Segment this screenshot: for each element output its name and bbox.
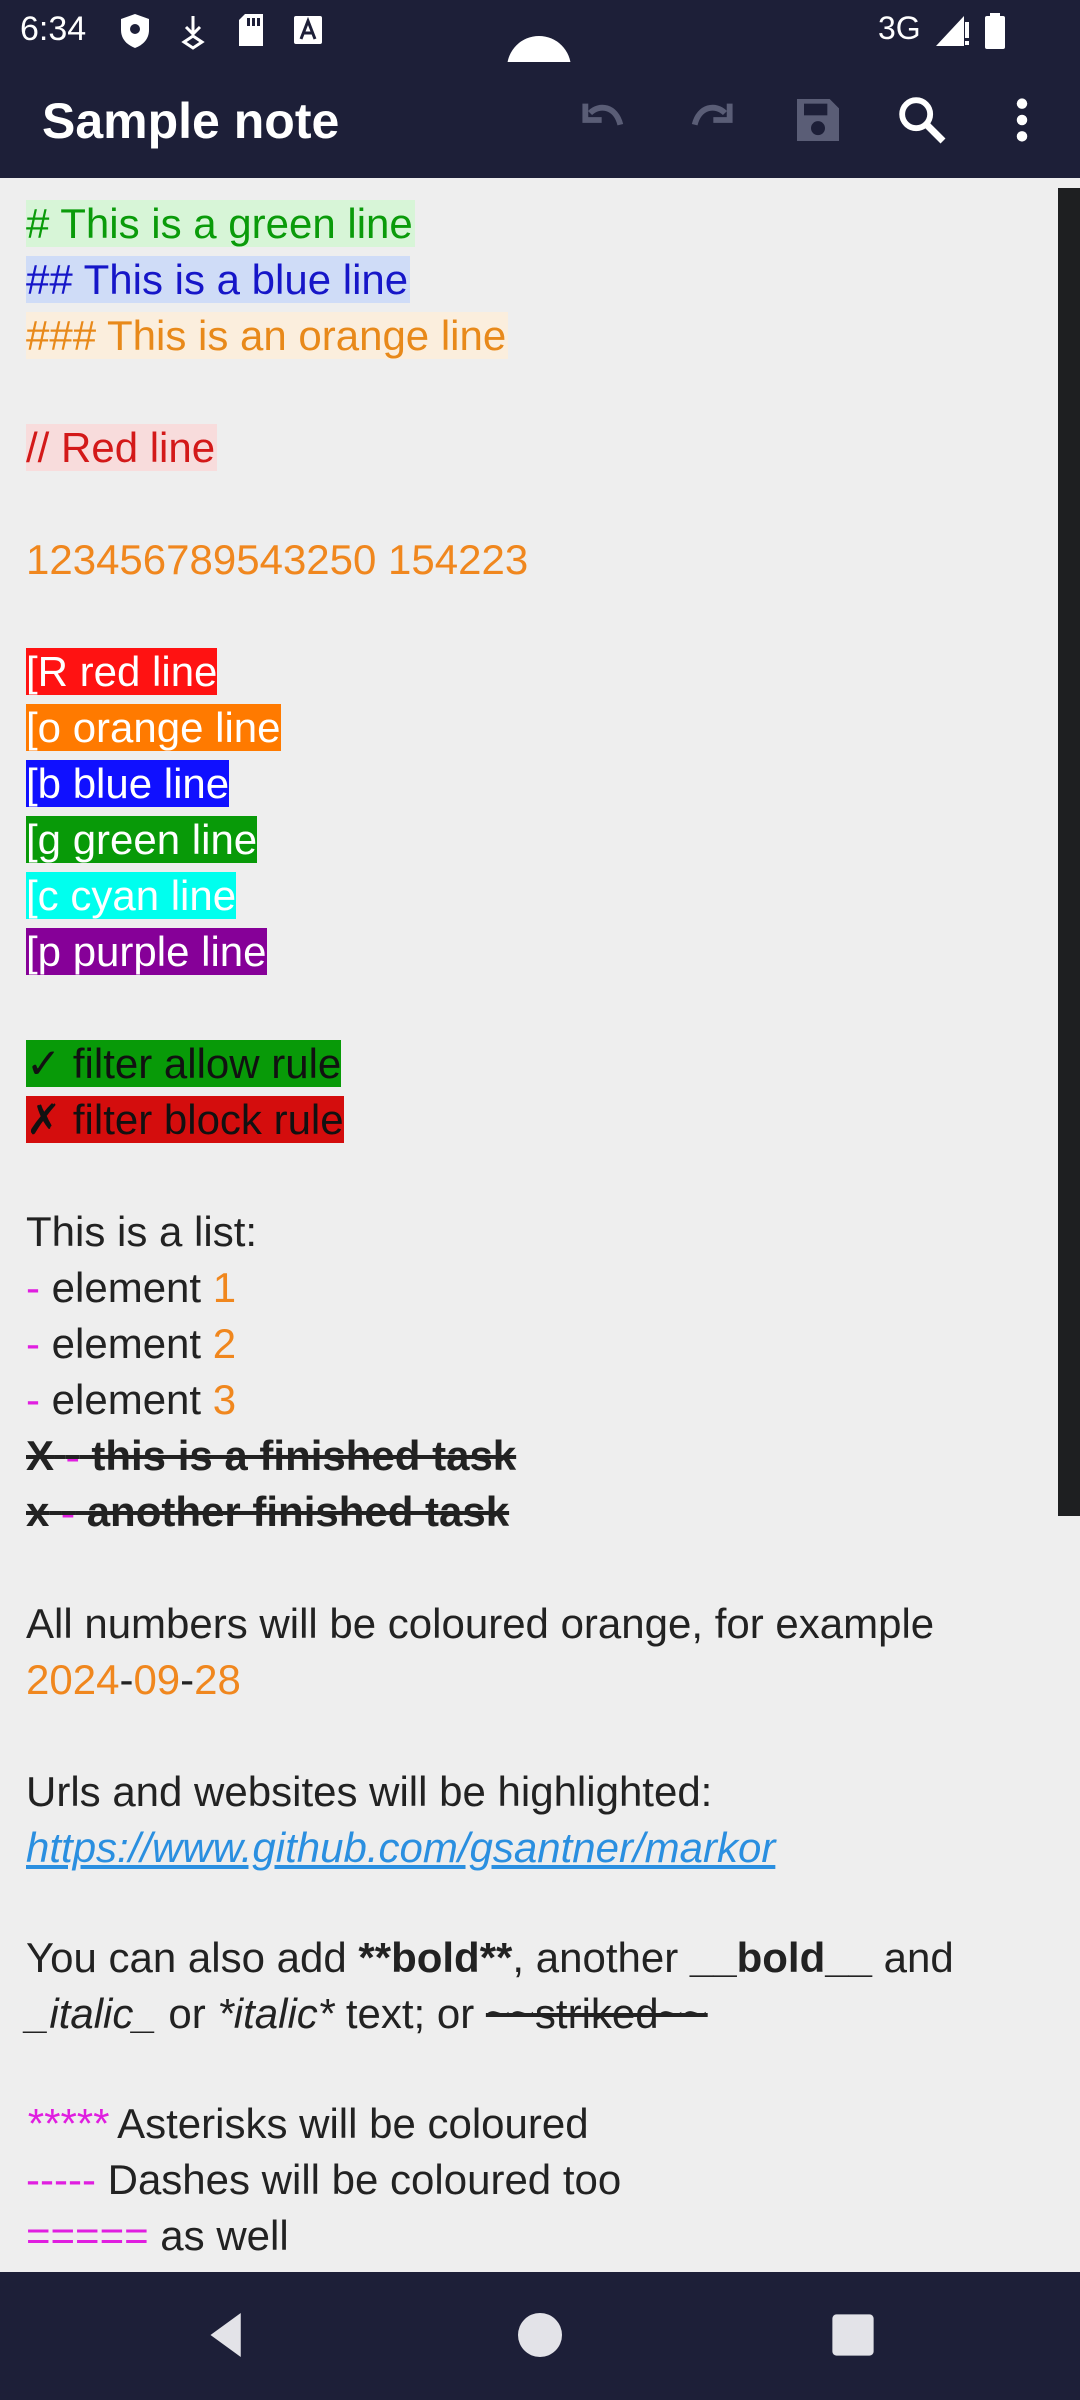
undo-icon[interactable] — [576, 92, 632, 148]
format-text: You can also add — [26, 1934, 359, 1981]
save-icon[interactable] — [790, 92, 846, 148]
list-item: - element 3 — [26, 1372, 236, 1428]
line-green: [g green line — [26, 812, 258, 868]
list-item-number: 3 — [212, 1376, 237, 1423]
format-line-2: _italic_ or *italic* text; or ~~striked~… — [26, 1986, 708, 2042]
comment-text: // Red line — [26, 424, 218, 471]
task-mark: x — [26, 1488, 50, 1535]
list-item-text: element — [40, 1264, 213, 1311]
dashes-marker: ----- — [26, 2156, 96, 2203]
filter-allow-text: ✓ filter allow rule — [26, 1040, 342, 1087]
url-line: https://www.github.com/gsantner/markor — [26, 1820, 775, 1876]
redo-icon[interactable] — [683, 92, 739, 148]
bold-text: __bold__ — [689, 1934, 872, 1981]
finished-task-1: X - this is a finished task — [26, 1428, 516, 1484]
line-blue: [b blue line — [26, 756, 230, 812]
asterisks-text: Asterisks will be coloured — [107, 2100, 589, 2147]
date-sep: - — [180, 1656, 195, 1703]
battery-icon — [985, 13, 1005, 49]
more-vert-icon[interactable] — [994, 92, 1050, 148]
asterisks-line: ***** Asterisks will be coloured — [26, 2096, 589, 2152]
purple-line-text: [p purple line — [26, 928, 267, 975]
shield-icon — [121, 14, 149, 48]
list-item: - element 1 — [26, 1260, 236, 1316]
line-purple: [p purple line — [26, 924, 267, 980]
bold-text: **bold** — [358, 1934, 513, 1981]
cyan-line-text: [c cyan line — [26, 872, 237, 919]
recents-icon[interactable] — [820, 2302, 886, 2368]
line-cyan: [c cyan line — [26, 868, 237, 924]
task-text: this is a finished task — [79, 1432, 517, 1479]
format-text: or — [156, 1990, 218, 2037]
line-red: [R red line — [26, 644, 218, 700]
system-nav-bar — [0, 2272, 1080, 2400]
list-item-text: element — [40, 1376, 213, 1423]
list-header: This is a list: — [26, 1208, 258, 1255]
date-sep: - — [119, 1656, 134, 1703]
line-numbers: 123456789543250 154223 — [26, 536, 529, 583]
task-dash: - — [65, 1432, 80, 1479]
list-item-text: element — [40, 1320, 213, 1367]
format-text: , another — [512, 1934, 690, 1981]
numbers-note: All numbers will be coloured orange, for… — [26, 1600, 935, 1647]
list-dash: - — [26, 1264, 40, 1311]
font-icon — [294, 16, 322, 44]
dashes-line: ----- Dashes will be coloured too — [26, 2152, 621, 2208]
list-item-number: 1 — [212, 1264, 237, 1311]
list-item: - element 2 — [26, 1316, 236, 1372]
scrollbar[interactable] — [1058, 188, 1080, 1516]
format-line-1: You can also add **bold**, another __bol… — [26, 1930, 954, 1986]
list-item-number: 2 — [212, 1320, 237, 1367]
italic-text: *italic* — [217, 1990, 335, 2037]
format-text: text; or — [334, 1990, 486, 2037]
urls-note: Urls and websites will be highlighted: — [26, 1768, 713, 1815]
orange-line-text: [o orange line — [26, 704, 281, 751]
note-editor[interactable]: # This is a green line ## This is a blue… — [0, 178, 1080, 2272]
list-dash: - — [26, 1320, 40, 1367]
status-time: 6:34 — [20, 10, 87, 48]
search-icon[interactable] — [894, 92, 950, 148]
heading-1-text: # This is a green line — [26, 200, 415, 247]
github-link[interactable]: https://www.github.com/gsantner/markor — [26, 1824, 775, 1871]
task-text: another finished task — [75, 1488, 510, 1535]
date-day: 28 — [194, 1656, 241, 1703]
line-filter-allow: ✓ filter allow rule — [26, 1036, 342, 1092]
heading-3-text: ### This is an orange line — [26, 312, 509, 359]
line-filter-block: ✗ filter block rule — [26, 1092, 344, 1148]
date-month: 09 — [133, 1656, 181, 1703]
line-h3: ### This is an orange line — [26, 308, 509, 364]
blue-line-text: [b blue line — [26, 760, 230, 807]
app-toolbar: Sample note — [0, 62, 1080, 178]
download-icon — [181, 16, 205, 50]
finished-task-2: x - another finished task — [26, 1484, 509, 1540]
line-comment: // Red line — [26, 420, 218, 476]
green-line-text: [g green line — [26, 816, 258, 863]
strike-text: ~~striked~~ — [485, 1990, 708, 2037]
line-orange: [o orange line — [26, 700, 281, 756]
equals-line: ===== as well — [26, 2208, 289, 2264]
signal-icon — [936, 16, 969, 46]
red-line-text: [R red line — [26, 648, 218, 695]
task-dash: - — [61, 1488, 76, 1535]
note-title: Sample note — [42, 93, 340, 149]
asterisks-marker: ***** — [26, 2100, 108, 2147]
line-h1: # This is a green line — [26, 196, 415, 252]
equals-marker: ===== — [26, 2212, 149, 2259]
dashes-text: Dashes will be coloured too — [95, 2156, 622, 2203]
date-year: 2024 — [26, 1656, 120, 1703]
list-dash: - — [26, 1376, 40, 1423]
date-example: 2024-09-28 — [26, 1652, 241, 1708]
equals-text: as well — [148, 2212, 289, 2259]
network-type: 3G — [878, 10, 921, 46]
back-icon[interactable] — [194, 2302, 260, 2368]
line-h2: ## This is a blue line — [26, 252, 411, 308]
heading-2-text: ## This is a blue line — [26, 256, 411, 303]
task-mark: X — [26, 1432, 55, 1479]
italic-text: _italic_ — [26, 1990, 157, 2037]
format-text: and — [871, 1934, 954, 1981]
sd-card-icon — [239, 14, 263, 46]
filter-block-text: ✗ filter block rule — [26, 1096, 344, 1143]
home-icon[interactable] — [507, 2302, 573, 2368]
